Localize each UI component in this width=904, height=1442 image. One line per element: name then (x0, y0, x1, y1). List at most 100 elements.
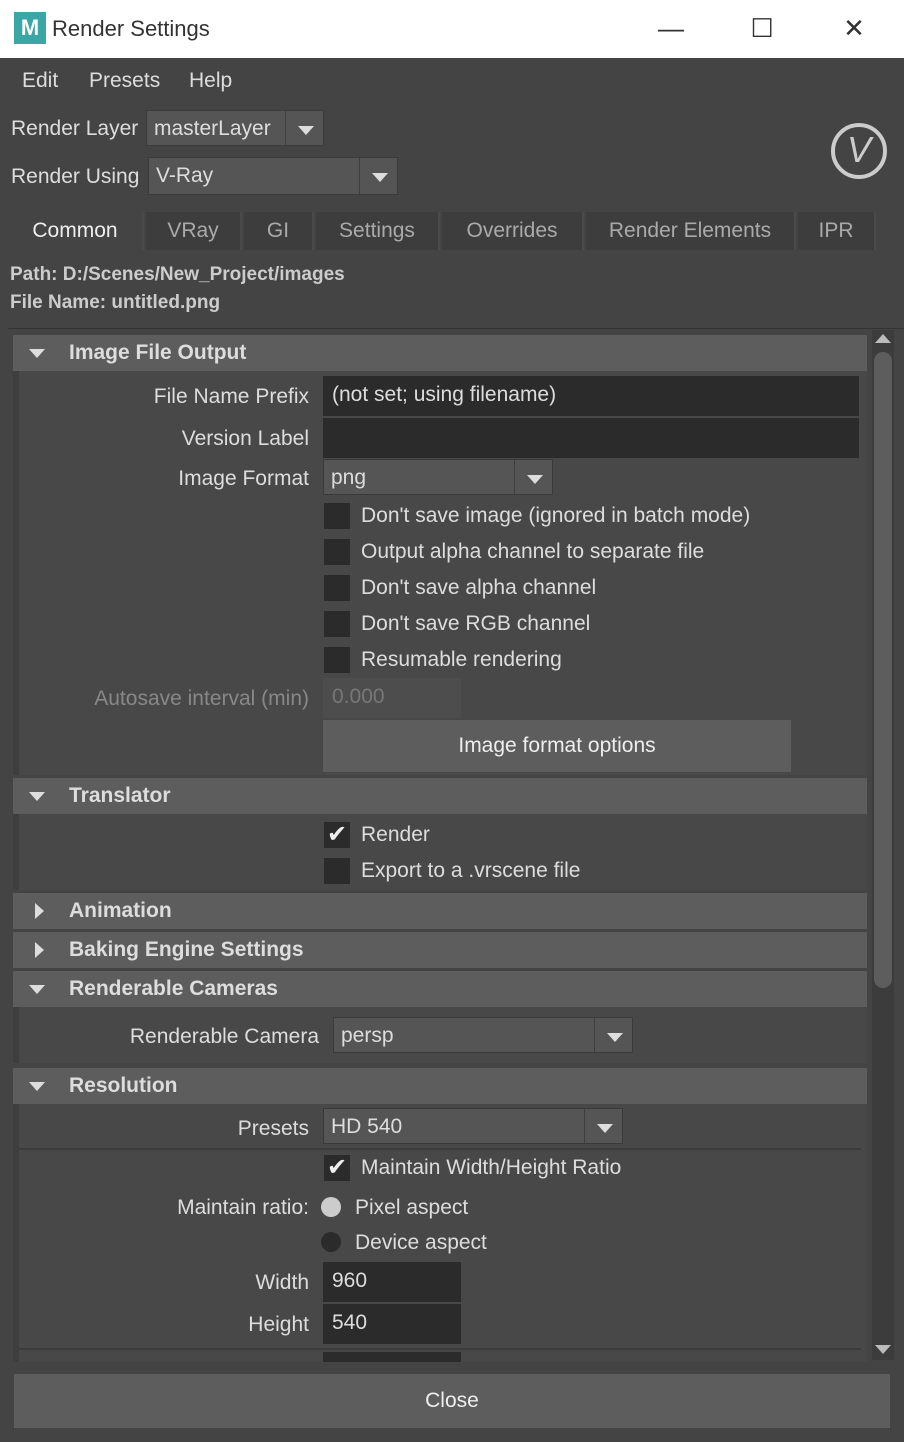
section-image-file-output[interactable]: Image File Output (13, 335, 867, 371)
pixel-aspect-label: Pixel aspect (355, 1196, 469, 1219)
scroll-down-icon[interactable] (875, 1345, 891, 1354)
resolution-presets-dropdown[interactable]: HD 540 (323, 1108, 623, 1144)
resumable-rendering-label: Resumable rendering (361, 648, 562, 671)
tab-ipr[interactable]: IPR (798, 212, 876, 250)
file-name-prefix-input[interactable]: (not set; using filename) (323, 376, 859, 416)
menu-edit[interactable]: Edit (22, 69, 58, 93)
width-input[interactable]: 960 (323, 1262, 461, 1302)
close-button[interactable]: Close (14, 1374, 890, 1428)
dont-save-image-checkbox[interactable] (324, 503, 350, 529)
tab-settings[interactable]: Settings (316, 212, 440, 250)
output-path: Path: D:/Scenes/New_Project/images (10, 264, 345, 285)
settings-panel[interactable]: Image File Output File Name Prefix (not … (8, 328, 904, 1362)
chevron-down-icon (359, 158, 397, 194)
divider (19, 1348, 861, 1350)
maintain-wh-ratio-label: Maintain Width/Height Ratio (361, 1156, 622, 1179)
section-translator[interactable]: Translator (13, 778, 867, 814)
export-vrscene-label: Export to a .vrscene file (361, 859, 581, 882)
section-title: Renderable Cameras (69, 977, 278, 1000)
render-using-value: V-Ray (156, 164, 214, 187)
output-alpha-separate-label: Output alpha channel to separate file (361, 540, 705, 563)
tab-gi[interactable]: GI (244, 212, 314, 250)
collapse-triangle-icon (29, 1082, 45, 1091)
device-aspect-ratio-input[interactable] (323, 1352, 461, 1362)
scrollbar-thumb[interactable] (874, 352, 892, 988)
output-alpha-separate-checkbox[interactable] (324, 539, 350, 565)
vertical-scrollbar[interactable] (872, 330, 894, 1360)
dont-save-rgb-label: Don't save RGB channel (361, 612, 591, 635)
section-title: Baking Engine Settings (69, 938, 304, 961)
maintain-ratio-label: Maintain ratio: (177, 1196, 309, 1219)
autosave-interval-label: Autosave interval (min) (94, 687, 309, 710)
maintain-wh-ratio-checkbox[interactable] (324, 1153, 350, 1182)
render-layer-dropdown[interactable]: masterLayer (146, 110, 324, 146)
chevron-down-icon (514, 460, 552, 494)
dont-save-rgb-checkbox[interactable] (324, 611, 350, 637)
render-layer-value: masterLayer (154, 117, 271, 140)
menu-presets[interactable]: Presets (89, 69, 160, 93)
tab-render-elements[interactable]: Render Elements (586, 212, 796, 250)
section-baking-engine[interactable]: Baking Engine Settings (13, 932, 867, 968)
chevron-down-icon (594, 1018, 632, 1052)
render-layer-label: Render Layer (11, 117, 139, 140)
chevron-down-icon (285, 111, 323, 145)
title-bar: M Render Settings — ☐ ✕ (0, 0, 904, 58)
renderable-camera-value: persp (341, 1024, 394, 1047)
section-title: Animation (69, 899, 172, 922)
menu-help[interactable]: Help (189, 69, 232, 93)
version-label-input[interactable] (323, 418, 859, 458)
export-vrscene-checkbox[interactable] (324, 858, 350, 884)
section-body-image-file-output: File Name Prefix (not set; using filenam… (13, 371, 867, 775)
section-title: Resolution (69, 1074, 178, 1097)
section-animation[interactable]: Animation (13, 893, 867, 929)
height-label: Height (248, 1313, 309, 1336)
pixel-aspect-radio[interactable] (321, 1197, 341, 1217)
tab-common[interactable]: Common (8, 212, 144, 250)
scroll-up-icon[interactable] (875, 334, 891, 343)
resolution-presets-value: HD 540 (331, 1115, 403, 1138)
tab-vray[interactable]: VRay (146, 212, 242, 250)
renderable-camera-dropdown[interactable]: persp (333, 1017, 633, 1053)
collapse-triangle-icon (29, 985, 45, 994)
section-body-cameras: Renderable Camera persp (13, 1007, 867, 1063)
expand-triangle-icon (35, 903, 44, 919)
render-checkbox[interactable] (324, 820, 350, 849)
version-label-label: Version Label (181, 427, 309, 450)
autosave-interval-input: 0.000 (323, 678, 461, 718)
vray-logo-icon: V (831, 123, 887, 179)
dont-save-alpha-checkbox[interactable] (324, 575, 350, 601)
tab-overrides[interactable]: Overrides (442, 212, 584, 250)
image-format-label: Image Format (178, 467, 309, 490)
image-format-dropdown[interactable]: png (323, 459, 553, 495)
height-input[interactable]: 540 (323, 1304, 461, 1344)
maya-icon: M (14, 12, 46, 44)
width-label: Width (255, 1271, 309, 1294)
close-window-button[interactable]: ✕ (833, 8, 875, 48)
window-title: Render Settings (52, 16, 210, 41)
file-name-prefix-label: File Name Prefix (153, 385, 309, 408)
dont-save-alpha-label: Don't save alpha channel (361, 576, 597, 599)
chevron-down-icon (584, 1109, 622, 1143)
minimize-button[interactable]: — (650, 8, 692, 48)
device-aspect-radio[interactable] (321, 1232, 341, 1252)
tab-bar: Common VRay GI Settings Overrides Render… (8, 212, 876, 250)
renderable-camera-label: Renderable Camera (129, 1025, 319, 1048)
section-title: Image File Output (69, 341, 247, 364)
image-format-options-button[interactable]: Image format options (323, 720, 791, 772)
maximize-button[interactable]: ☐ (741, 8, 783, 48)
expand-triangle-icon (35, 942, 44, 958)
dont-save-image-label: Don't save image (ignored in batch mode) (361, 504, 751, 527)
output-file-name: File Name: untitled.png (10, 292, 221, 313)
collapse-triangle-icon (29, 792, 45, 801)
resolution-presets-label: Presets (237, 1117, 309, 1140)
section-body-resolution: Presets HD 540 Maintain Width/Height Rat… (13, 1104, 867, 1362)
section-title: Translator (69, 784, 171, 807)
device-aspect-label: Device aspect (355, 1231, 487, 1254)
resumable-rendering-checkbox[interactable] (324, 647, 350, 673)
section-resolution[interactable]: Resolution (13, 1068, 867, 1104)
divider (19, 1148, 861, 1150)
section-body-translator: Render Export to a .vrscene file (13, 814, 867, 890)
render-using-dropdown[interactable]: V-Ray (148, 157, 398, 195)
section-renderable-cameras[interactable]: Renderable Cameras (13, 971, 867, 1007)
collapse-triangle-icon (29, 349, 45, 358)
